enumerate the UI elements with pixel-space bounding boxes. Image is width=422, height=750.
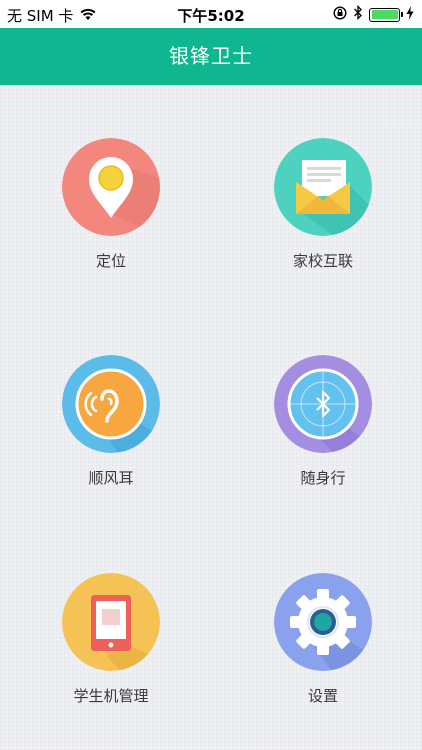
- status-bar: 无 SIM 卡 下午5:02: [0, 0, 422, 28]
- gear-icon: [274, 573, 372, 671]
- orientation-lock-icon: [333, 5, 347, 24]
- menu-label-location: 定位: [95, 252, 126, 270]
- bluetooth-icon: [353, 4, 363, 24]
- menu-label-settings: 设置: [307, 687, 338, 705]
- charging-icon: [406, 5, 414, 24]
- menu-label-follow: 随身行: [300, 469, 346, 487]
- envelope-icon: [274, 138, 372, 236]
- menu-label-ear: 顺风耳: [88, 469, 134, 487]
- menu-item-settings[interactable]: 设置: [243, 573, 403, 723]
- menu-item-location[interactable]: 定位: [31, 138, 191, 288]
- phone-device-icon: [62, 573, 160, 671]
- location-pin-icon: [62, 138, 160, 236]
- page-title: 银锋卫士: [169, 44, 253, 68]
- menu-item-follow[interactable]: 随身行: [243, 355, 403, 505]
- menu-label-student-device: 学生机管理: [73, 687, 149, 705]
- nav-bar: 银锋卫士: [0, 28, 422, 85]
- menu-label-home-school: 家校互联: [292, 252, 353, 270]
- battery-fill: [371, 10, 398, 19]
- menu-item-student-device[interactable]: 学生机管理: [31, 573, 191, 723]
- menu-grid: 定位 家校互联 顺风耳 随身行 学生机管理 设置: [0, 85, 422, 750]
- battery-icon: [369, 7, 403, 22]
- status-right: [333, 4, 414, 24]
- menu-item-home-school[interactable]: 家校互联: [243, 138, 403, 288]
- ear-icon: [62, 355, 160, 453]
- menu-item-ear[interactable]: 顺风耳: [31, 355, 191, 505]
- bluetooth-radar-icon: [274, 355, 372, 453]
